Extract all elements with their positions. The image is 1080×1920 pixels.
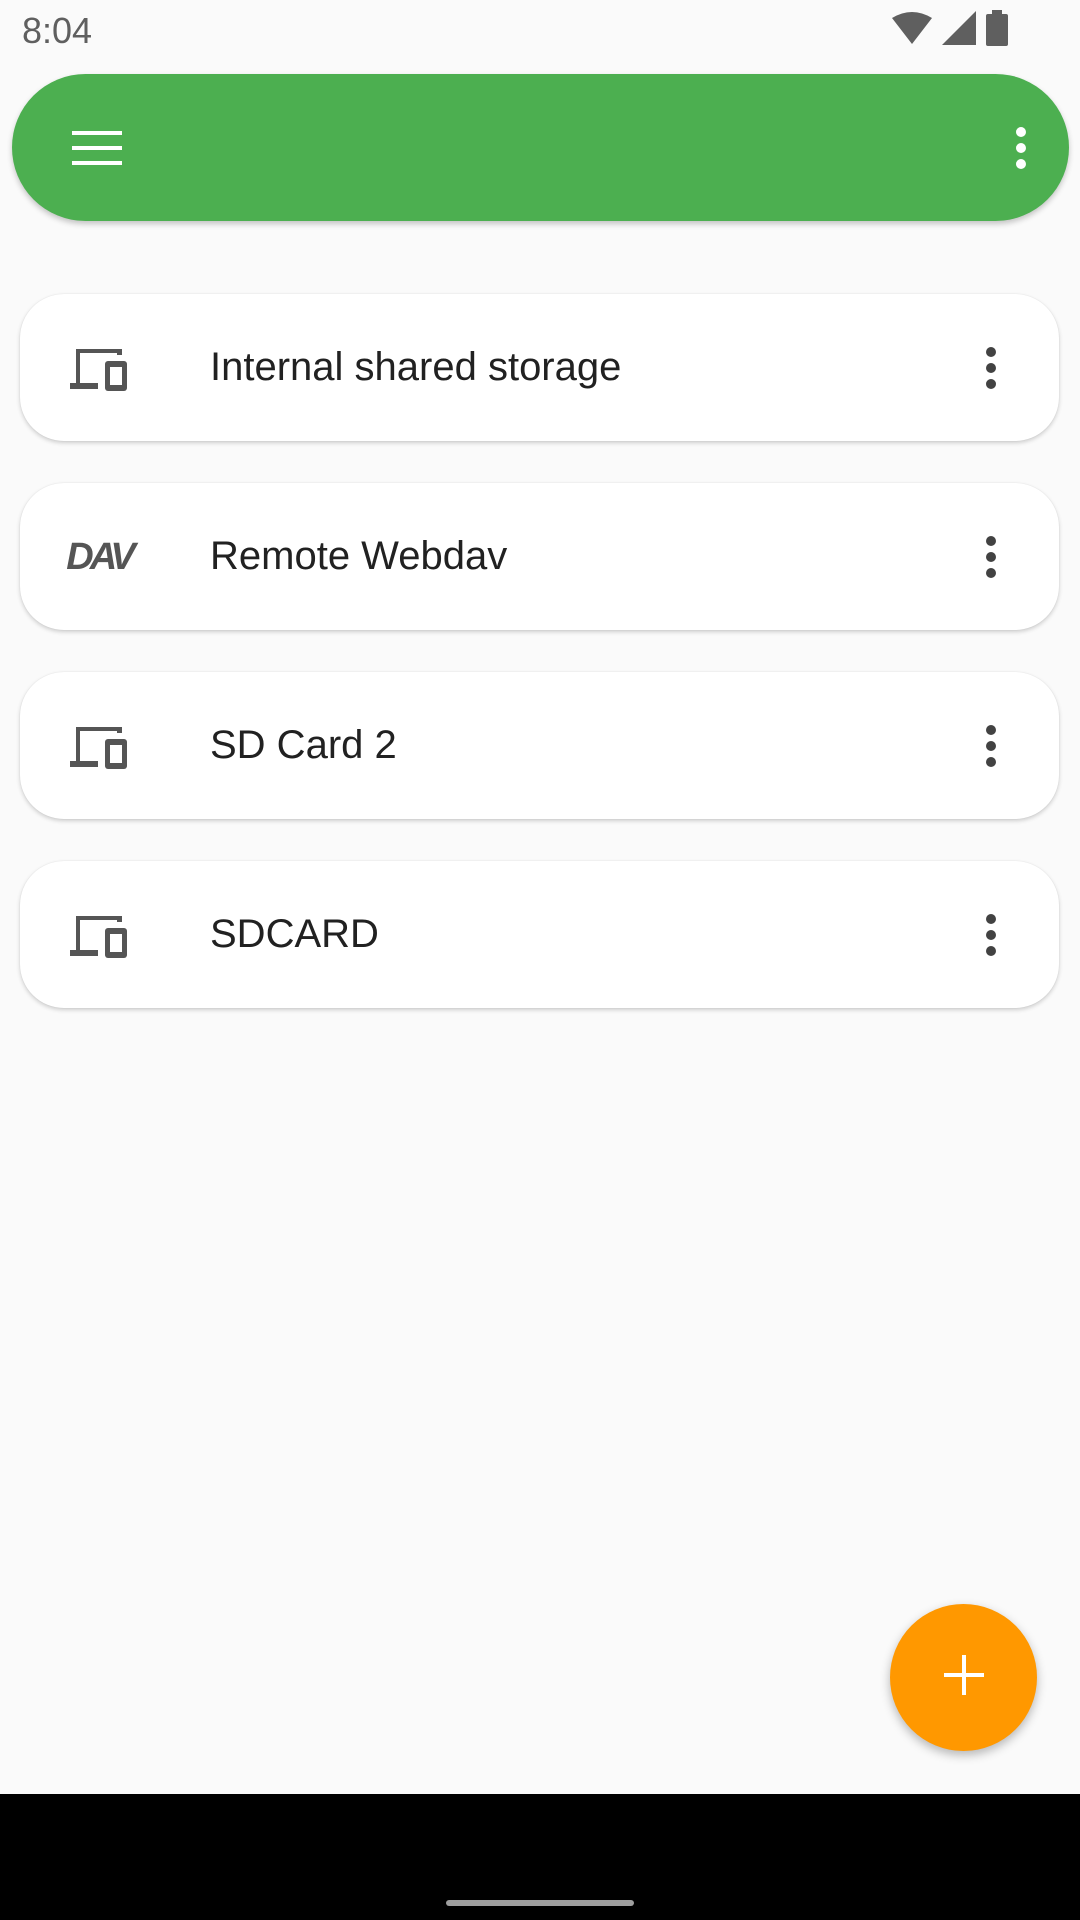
storage-item-label: Internal shared storage <box>210 345 622 389</box>
battery-icon <box>986 9 1008 51</box>
wifi-icon <box>892 11 932 49</box>
system-navigation-bar <box>0 1794 1080 1920</box>
hamburger-menu-icon[interactable] <box>56 123 138 173</box>
devices-icon <box>62 716 136 776</box>
devices-icon <box>62 905 136 965</box>
storage-item-sd-card-2[interactable]: SD Card 2 <box>20 672 1059 819</box>
more-vert-icon[interactable] <box>971 712 1011 779</box>
storage-item-label: Remote Webdav <box>210 534 508 578</box>
devices-icon <box>62 338 136 398</box>
dav-icon-text: DAV <box>66 535 135 578</box>
dav-icon: DAV <box>62 527 136 587</box>
plus-icon <box>943 1655 984 1700</box>
more-vert-icon[interactable] <box>971 334 1011 401</box>
storage-item-label: SD Card 2 <box>210 723 397 767</box>
storage-list: Internal shared storage DAV Remote Webda… <box>20 294 1059 1050</box>
more-vert-icon[interactable] <box>971 901 1011 968</box>
status-icons <box>892 9 1008 51</box>
home-gesture-handle[interactable] <box>446 1900 634 1906</box>
status-time: 8:04 <box>22 10 93 51</box>
app-toolbar <box>12 74 1069 221</box>
add-storage-button[interactable] <box>890 1604 1037 1751</box>
storage-item-internal[interactable]: Internal shared storage <box>20 294 1059 441</box>
cellular-signal-icon <box>942 10 976 50</box>
storage-item-label: SDCARD <box>210 912 379 956</box>
status-bar: 8:04 <box>0 0 1080 64</box>
storage-item-sdcard[interactable]: SDCARD <box>20 861 1059 1008</box>
more-vert-icon[interactable] <box>971 523 1011 590</box>
storage-item-webdav[interactable]: DAV Remote Webdav <box>20 483 1059 630</box>
more-vert-icon[interactable] <box>995 116 1047 180</box>
